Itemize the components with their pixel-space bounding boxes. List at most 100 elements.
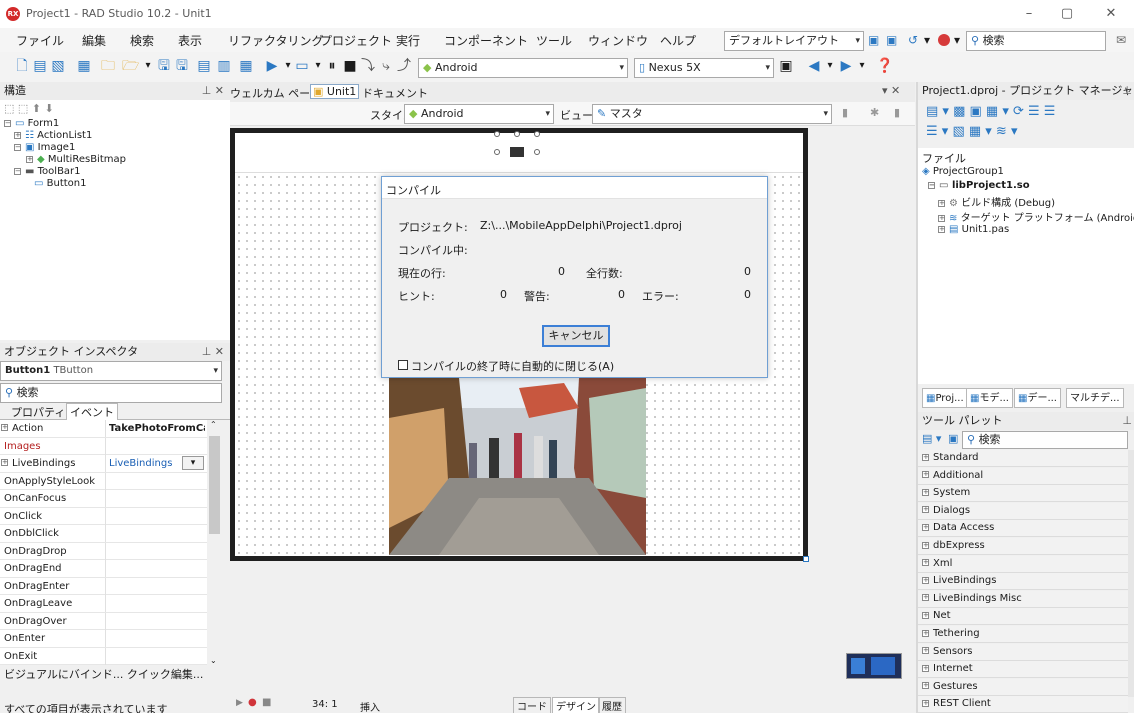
macro-play-icon[interactable]: ▶ <box>236 698 243 708</box>
inspector-footer-links[interactable]: ビジュアルにバインド... クイック編集... <box>4 666 203 682</box>
target-device-combo[interactable]: ▯ Nexus 5X ▾ <box>634 58 774 78</box>
image1-photo[interactable] <box>389 378 646 555</box>
expand-icon[interactable]: + <box>922 576 929 584</box>
open-project-icon[interactable]: 🗁 <box>122 58 139 74</box>
view-combo[interactable]: ✎ マスタ ▾ <box>592 104 832 124</box>
inspector-object-selector[interactable]: Button1 TButton ▾ <box>0 361 222 381</box>
expand-icon[interactable]: + <box>1 424 8 431</box>
menu-file[interactable]: ファイル <box>16 32 64 49</box>
menu-run[interactable]: 実行 <box>396 32 420 49</box>
view-unit-icon[interactable]: ▦ <box>238 58 254 74</box>
expand-icon[interactable]: + <box>922 453 929 461</box>
remove-file-icon[interactable]: ▥ <box>216 58 232 74</box>
tree-node-toolbar1[interactable]: − ▬ ToolBar1 <box>14 166 81 177</box>
palette-category[interactable]: + Xml <box>918 555 1128 573</box>
tab-design[interactable]: デザイン <box>552 697 600 713</box>
run-without-debug-icon[interactable]: ▭ <box>294 58 310 74</box>
sort-icon[interactable]: ☰ ▾ ▧ ▦ ▾ ≋ ▾ <box>926 124 1017 139</box>
save-icon[interactable]: 🖫 <box>156 58 172 74</box>
ide-insight-icon[interactable] <box>938 34 950 46</box>
palette-category[interactable]: + System <box>918 485 1128 503</box>
palette-category[interactable]: + Additional <box>918 467 1128 485</box>
new-file-icon[interactable]: 🗋 <box>14 58 30 74</box>
palette-category[interactable]: + Gestures <box>918 678 1128 696</box>
device-manager-icon[interactable]: ▣ <box>778 58 794 74</box>
tree-node-target-platform[interactable]: + ≋ ターゲット プラットフォーム (Android) <box>938 209 1134 224</box>
pin-close-icon[interactable]: ⊥ ✕ <box>202 343 224 361</box>
scrollbar-thumb[interactable] <box>209 436 220 534</box>
expand-icon[interactable]: + <box>922 699 929 707</box>
selection-handle[interactable] <box>494 149 500 155</box>
pin-icon[interactable]: ⊥ <box>1122 412 1132 430</box>
tab-list-close-icon[interactable]: ▾ ✕ <box>882 84 900 97</box>
view-settings-icon[interactable]: ▮ <box>894 106 900 119</box>
macro-stop-icon[interactable]: ■ <box>262 697 271 708</box>
minimize-button[interactable]: – <box>1014 4 1044 24</box>
tree-node-build-config[interactable]: + ⚙ ビルド構成 (Debug) <box>938 194 1055 209</box>
menu-view[interactable]: 表示 <box>178 32 202 49</box>
tree-node-button1[interactable]: ▭ Button1 <box>34 178 87 189</box>
palette-category[interactable]: + dbExpress <box>918 538 1128 555</box>
macro-record-icon[interactable]: ● <box>248 697 257 708</box>
expand-icon[interactable]: + <box>922 664 929 672</box>
stop-icon[interactable]: ■ <box>342 58 358 74</box>
expand-icon[interactable]: + <box>922 594 929 602</box>
trace-into-icon[interactable]: ⤷ <box>378 58 394 74</box>
tab-unit1[interactable]: ▣ Unit1 <box>310 84 360 99</box>
inspector-row[interactable]: OnClick <box>0 507 207 525</box>
chevron-down-icon[interactable]: ▾ <box>822 58 838 74</box>
menu-refactor[interactable]: リファクタリング <box>228 32 324 49</box>
palette-category[interactable]: + Sensors <box>918 643 1128 661</box>
new-unit-icon[interactable]: ▧ <box>50 58 66 74</box>
pin-icon[interactable]: ⊥ <box>1122 82 1132 100</box>
menu-help[interactable]: ヘルプ <box>660 32 696 49</box>
menu-window[interactable]: ウィンドウ <box>588 32 648 49</box>
palette-category[interactable]: + Net <box>918 608 1128 626</box>
selection-handle[interactable] <box>494 131 500 137</box>
expand-icon[interactable]: + <box>922 682 929 690</box>
inspector-row[interactable]: + LiveBindings ▾ LiveBindings <box>0 455 207 473</box>
palette-category[interactable]: + Standard <box>918 450 1128 467</box>
new-form-icon[interactable]: ▤ <box>32 58 48 74</box>
inspector-search-input[interactable]: ⚲ 検索 <box>0 383 222 403</box>
inspector-scrollbar[interactable]: ⌃ ⌄ <box>207 420 222 665</box>
inspector-row[interactable]: OnDragDrop <box>0 542 207 560</box>
save-layout-icon[interactable]: ▣ <box>868 32 879 48</box>
inspector-row[interactable]: OnCanFocus <box>0 490 207 508</box>
inspector-row[interactable]: Images <box>0 437 207 455</box>
tab-multi-device[interactable]: マルチデ... <box>1066 388 1124 408</box>
expand-icon[interactable]: + <box>922 488 929 496</box>
chevron-down-icon[interactable]: ▾ <box>182 456 204 470</box>
add-file-icon[interactable]: ▤ <box>196 58 212 74</box>
tree-toolbar-icon[interactable]: ⬚ ⬚ ⬆ ⬇ <box>4 102 54 115</box>
open-icon[interactable]: 🗀 <box>100 58 116 74</box>
tree-node-actionlist1[interactable]: + ☷ ActionList1 <box>14 130 92 141</box>
expand-icon[interactable]: + <box>922 559 929 567</box>
palette-filter-icon[interactable]: ▣ <box>948 432 958 445</box>
ide-search-input[interactable]: ⚲ 検索 <box>966 31 1106 51</box>
tool-palette-search-input[interactable]: ⚲ 検索 <box>962 431 1128 449</box>
inspector-row-value[interactable]: LiveBindings <box>109 455 177 472</box>
menu-project[interactable]: プロジェクト <box>320 32 392 49</box>
tab-model-view[interactable]: ▦モデ... <box>966 388 1013 408</box>
chevron-down-icon[interactable]: ▾ <box>924 32 930 48</box>
pin-close-icon[interactable]: ⊥ ✕ <box>202 82 224 100</box>
new-items-icon[interactable]: ▦ <box>76 58 92 74</box>
palette-category[interactable]: + REST Client <box>918 696 1128 713</box>
close-button[interactable]: ✕ <box>1096 4 1126 24</box>
selection-handle[interactable] <box>534 149 540 155</box>
inspector-row[interactable]: OnExit <box>0 647 207 665</box>
palette-category[interactable]: + LiveBindings <box>918 573 1128 591</box>
tab-data-explorer[interactable]: ▦デー... <box>1014 388 1061 408</box>
tab-events[interactable]: イベント <box>66 403 118 420</box>
step-over-icon[interactable]: ⤵ <box>360 58 376 74</box>
help-icon[interactable]: ❓ <box>876 58 893 74</box>
tab-properties[interactable]: プロパティ <box>8 404 68 420</box>
palette-category[interactable]: + Tethering <box>918 626 1128 643</box>
panel-splitter[interactable] <box>916 82 918 713</box>
tree-node-multiresbitmap[interactable]: + ◆ MultiResBitmap <box>26 154 126 165</box>
palette-category[interactable]: + Internet <box>918 661 1128 679</box>
chevron-down-icon[interactable]: ▾ <box>140 58 156 74</box>
selection-handle[interactable] <box>514 131 520 137</box>
menu-search[interactable]: 検索 <box>130 32 154 49</box>
